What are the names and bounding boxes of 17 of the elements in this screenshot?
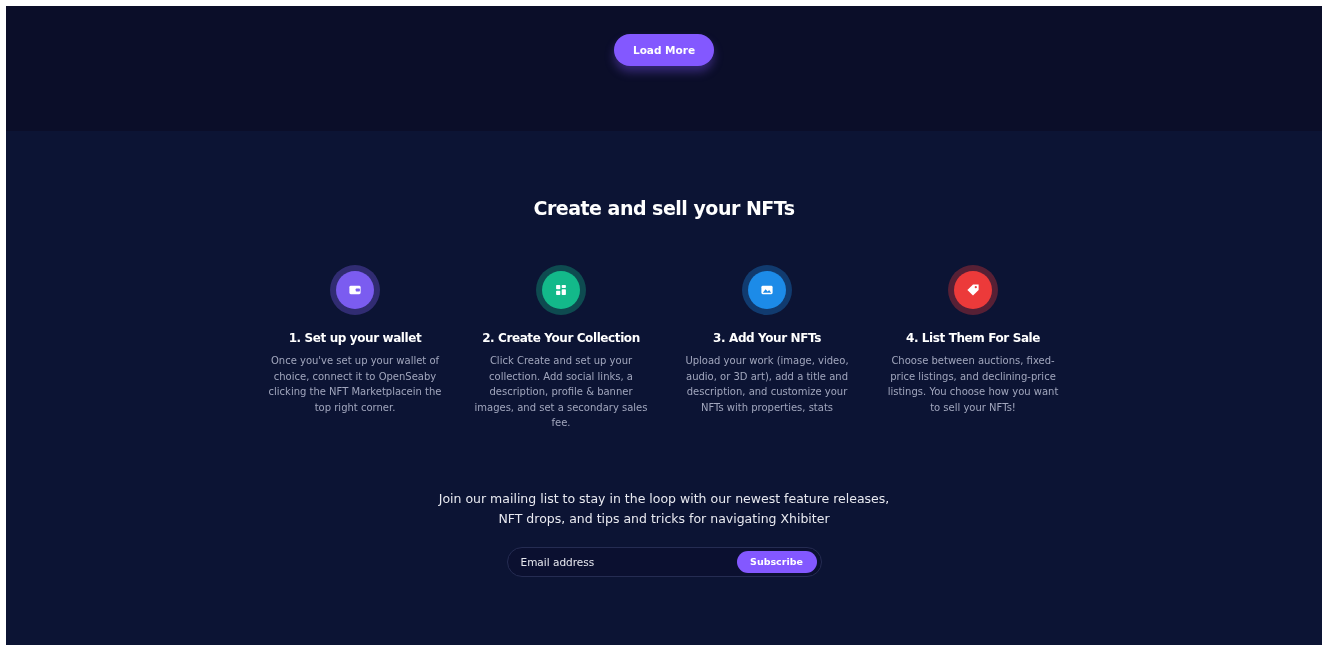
- section-title: Create and sell your NFTs: [533, 197, 795, 219]
- newsletter-text: Join our mailing list to stay in the loop with our newest feature releases, NFT drops, and tips and tricks for navigating Xhibiter: [437, 489, 891, 528]
- grid-icon: [554, 283, 568, 297]
- step-title: 3. Add Your NFTs: [713, 331, 821, 345]
- step-title: 4. List Them For Sale: [905, 331, 1041, 345]
- load-more-button[interactable]: Load More: [614, 34, 714, 66]
- tag-icon: [966, 283, 980, 297]
- image-icon: [760, 283, 774, 297]
- step-description: Upload your work (image, video, audio, or 3D art), add a title and description, and customize your NFTs with properties, stats: [684, 354, 850, 415]
- email-field[interactable]: Email address Subscribe: [506, 546, 822, 577]
- wallet-icon: [348, 283, 362, 297]
- step-title: 1. Set up your wallet: [288, 331, 422, 345]
- step-title: 2. Create Your Collection: [482, 331, 640, 345]
- step-description: Click Create and set up your collection. Add social links, a description, profile & banner images, and set a secondary sales fee.: [473, 354, 649, 431]
- step-description: Choose between auctions, fixed-price listings, and declining-price listings. You choose how you want to sell your NFTs!: [886, 354, 1060, 415]
- step-description: Once you've set up your wallet of choice, connect it to OpenSeaby clicking the NFT Marketplacein the top right corner.: [267, 354, 443, 415]
- subscribe-button[interactable]: Subscribe: [736, 550, 817, 573]
